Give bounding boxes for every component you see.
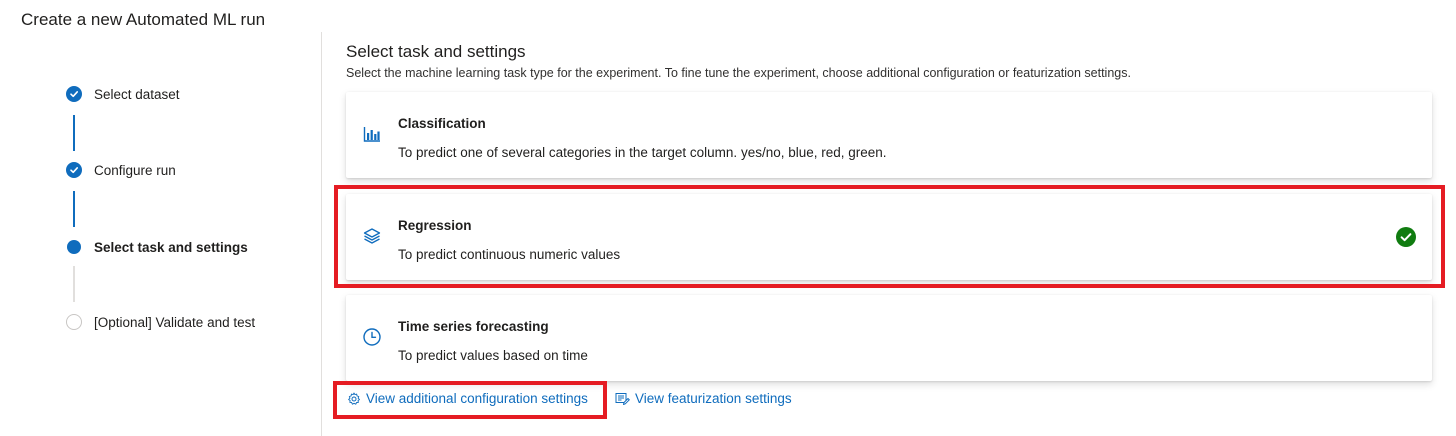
task-card-title: Regression	[398, 218, 472, 233]
step-label: [Optional] Validate and test	[94, 314, 256, 330]
step-select-task-and-settings[interactable]: Select task and settings	[66, 238, 248, 256]
step-label: Select dataset	[94, 86, 180, 102]
link-label: View additional configuration settings	[366, 391, 588, 406]
section-description: Select the machine learning task type fo…	[346, 66, 1131, 80]
clock-icon	[361, 326, 383, 348]
task-card-description: To predict one of several categories in …	[398, 145, 887, 160]
layers-icon	[361, 225, 383, 247]
step-select-dataset[interactable]: Select dataset	[66, 85, 180, 103]
step-connector	[73, 115, 75, 151]
step-configure-run[interactable]: Configure run	[66, 161, 176, 179]
step-completed-icon	[66, 162, 82, 178]
task-card-title: Classification	[398, 116, 486, 131]
view-featurization-link[interactable]: View featurization settings	[615, 391, 792, 406]
task-card-classification[interactable]: Classification To predict one of several…	[346, 92, 1432, 178]
task-card-regression[interactable]: Regression To predict continuous numeric…	[346, 194, 1432, 280]
gear-icon	[346, 391, 361, 406]
page-title: Create a new Automated ML run	[21, 10, 266, 29]
section-title: Select task and settings	[346, 42, 526, 61]
featurization-icon	[615, 391, 630, 406]
bar-chart-icon	[361, 123, 383, 145]
step-label: Select task and settings	[94, 239, 248, 255]
step-completed-icon	[66, 86, 82, 102]
step-connector	[73, 266, 75, 302]
task-card-title: Time series forecasting	[398, 319, 549, 334]
task-card-description: To predict continuous numeric values	[398, 247, 621, 262]
task-card-time-series-forecasting[interactable]: Time series forecasting To predict value…	[346, 295, 1432, 381]
step-connector	[73, 191, 75, 227]
step-validate-and-test[interactable]: [Optional] Validate and test	[66, 313, 255, 331]
link-label: View featurization settings	[635, 391, 792, 406]
view-additional-configuration-link[interactable]: View additional configuration settings	[346, 391, 588, 406]
vertical-divider	[321, 32, 322, 436]
step-pending-icon	[66, 314, 82, 330]
task-card-description: To predict values based on time	[398, 348, 588, 363]
step-label: Configure run	[94, 162, 176, 178]
step-current-icon	[67, 240, 81, 254]
selected-check-icon	[1396, 227, 1416, 247]
